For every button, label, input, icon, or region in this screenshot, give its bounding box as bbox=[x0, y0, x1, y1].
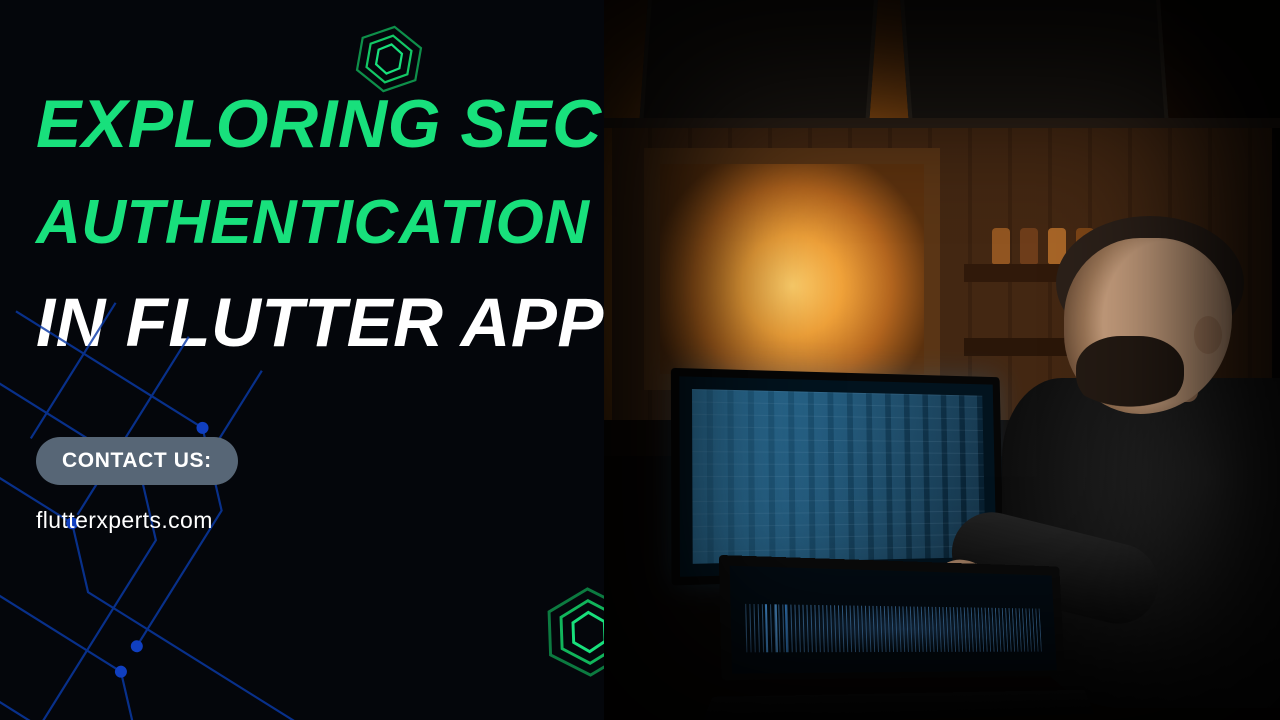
ceiling-beam bbox=[604, 118, 1280, 128]
promo-banner: EXPLORING SECURE AUTHENTICATION IN FLUTT… bbox=[0, 0, 1280, 720]
left-panel: EXPLORING SECURE AUTHENTICATION IN FLUTT… bbox=[0, 0, 604, 720]
hexagon-icon bbox=[346, 16, 432, 102]
laptop bbox=[719, 555, 1068, 720]
hexagon-icon bbox=[538, 581, 604, 682]
contact-us-button[interactable]: CONTACT US: bbox=[36, 437, 238, 485]
acoustic-panel bbox=[639, 0, 878, 120]
studio-window bbox=[644, 148, 940, 390]
website-link[interactable]: flutterxperts.com bbox=[36, 507, 604, 534]
studio-photo bbox=[604, 0, 1280, 720]
headline-line-1: EXPLORING SECURE bbox=[36, 90, 604, 158]
acoustic-panel bbox=[899, 0, 1168, 120]
headline-line-2: AUTHENTICATION bbox=[36, 192, 604, 254]
